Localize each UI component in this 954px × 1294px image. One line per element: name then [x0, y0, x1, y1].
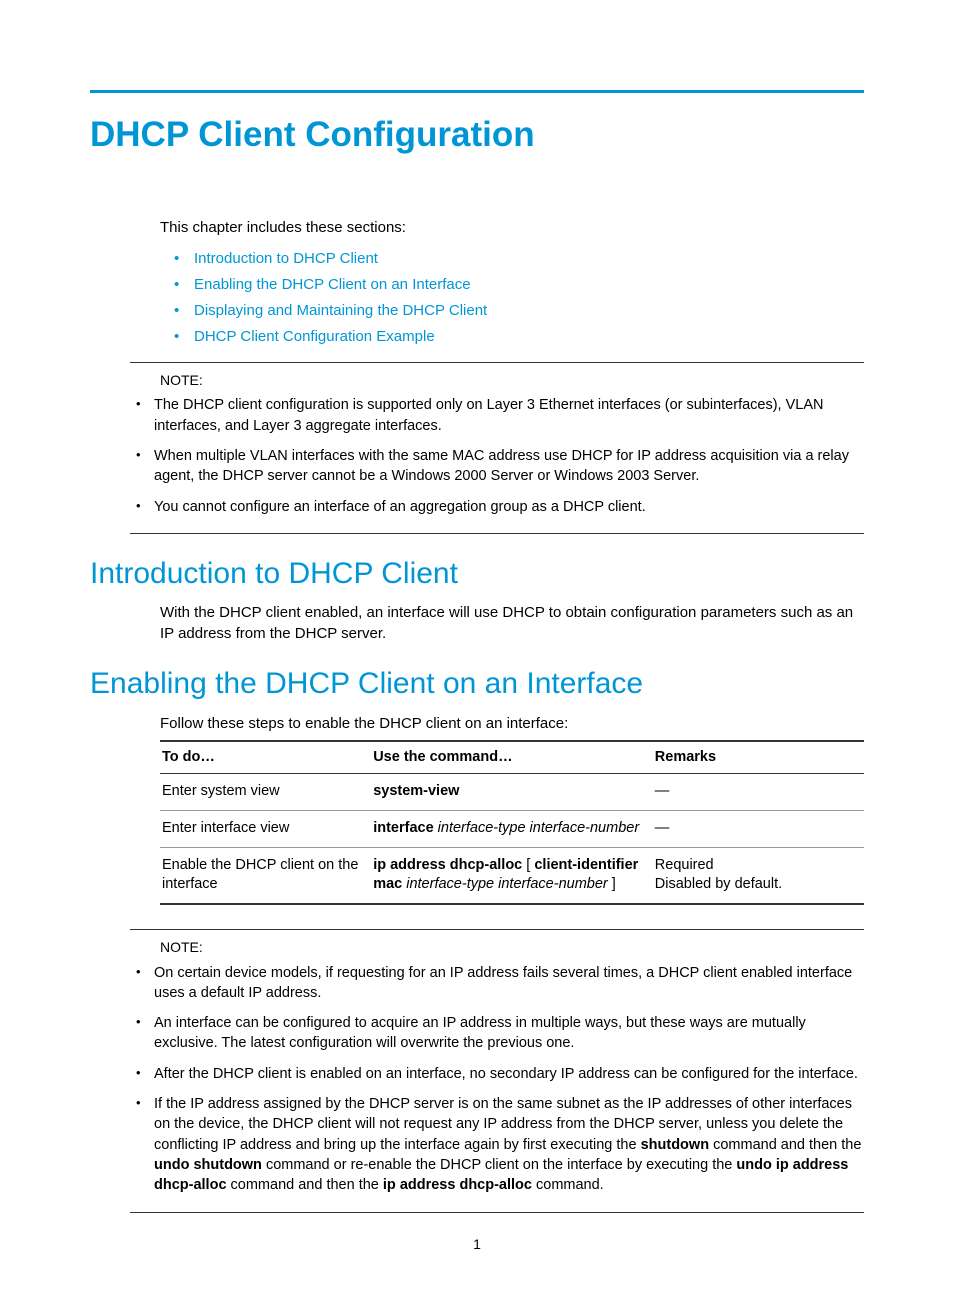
table-row: Enter system view system-view — [160, 774, 864, 811]
command-table: To do… Use the command… Remarks Enter sy… [160, 740, 864, 905]
note-item: An interface can be configured to acquir… [130, 1013, 864, 1054]
section-intro-body: With the DHCP client enabled, an interfa… [160, 602, 864, 644]
note-item: After the DHCP client is enabled on an i… [130, 1064, 864, 1084]
table-row: Enter interface view interface interface… [160, 811, 864, 848]
note-item: The DHCP client configuration is support… [130, 395, 864, 436]
table-cell-cmd: interface interface-type interface-numbe… [371, 811, 653, 848]
table-cell-remarks: RequiredDisabled by default. [653, 847, 864, 904]
table-cell-cmd: ip address dhcp-alloc [ client-identifie… [371, 847, 653, 904]
note-block-top: NOTE: The DHCP client configuration is s… [130, 362, 864, 534]
toc-link-enable[interactable]: Enabling the DHCP Client on an Interface [194, 276, 471, 293]
toc-link-display[interactable]: Displaying and Maintaining the DHCP Clie… [194, 302, 487, 319]
table-cell-remarks: — [653, 774, 864, 811]
note-block-bottom: NOTE: On certain device models, if reque… [130, 929, 864, 1213]
table-header: Use the command… [371, 741, 653, 774]
page-number: 1 [0, 1235, 954, 1254]
toc-link-intro[interactable]: Introduction to DHCP Client [194, 250, 378, 267]
note-item: You cannot configure an interface of an … [130, 497, 864, 517]
section-heading-intro: Introduction to DHCP Client [90, 554, 864, 595]
note-label: NOTE: [160, 371, 864, 390]
table-cell-cmd: system-view [371, 774, 653, 811]
table-row: Enable the DHCP client on the interface … [160, 847, 864, 904]
table-cell-remarks: — [653, 811, 864, 848]
table-cell-todo: Enter interface view [160, 811, 371, 848]
table-cell-todo: Enable the DHCP client on the interface [160, 847, 371, 904]
page-title: DHCP Client Configuration [90, 111, 864, 158]
note-label: NOTE: [160, 938, 864, 957]
table-cell-todo: Enter system view [160, 774, 371, 811]
note-item: If the IP address assigned by the DHCP s… [130, 1094, 864, 1195]
chapter-intro: This chapter includes these sections: [160, 218, 864, 238]
note-item: When multiple VLAN interfaces with the s… [130, 446, 864, 487]
table-header: Remarks [653, 741, 864, 774]
toc-link-example[interactable]: DHCP Client Configuration Example [194, 328, 435, 345]
section-heading-enable: Enabling the DHCP Client on an Interface [90, 664, 864, 705]
table-header: To do… [160, 741, 371, 774]
toc-list: Introduction to DHCP Client Enabling the… [160, 249, 864, 348]
note-item: On certain device models, if requesting … [130, 963, 864, 1004]
section-enable-lead: Follow these steps to enable the DHCP cl… [160, 713, 864, 734]
